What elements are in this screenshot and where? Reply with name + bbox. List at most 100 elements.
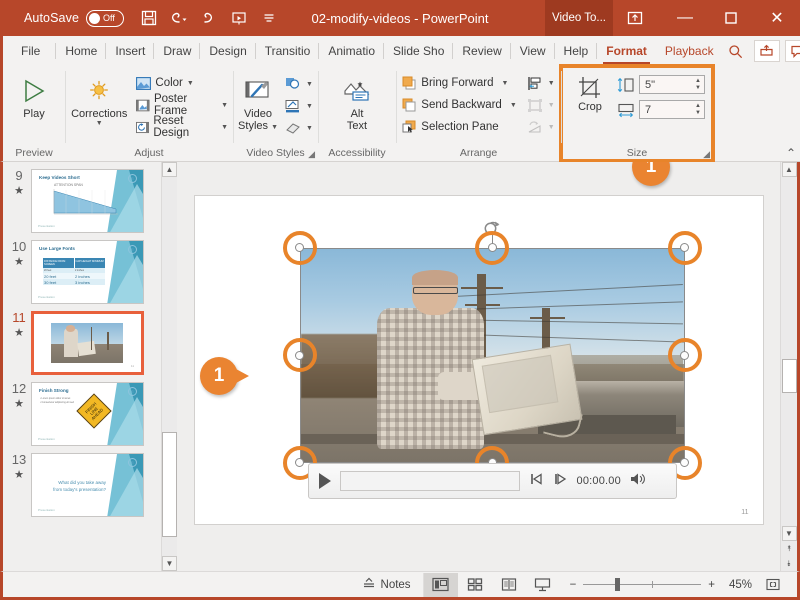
crop-button[interactable]: Crop: [569, 73, 611, 115]
video-effects-button[interactable]: ▼: [282, 117, 316, 139]
resize-handle-middle-left[interactable]: [295, 350, 304, 360]
align-button[interactable]: ▼: [524, 72, 558, 94]
tab-help[interactable]: Help: [555, 36, 598, 66]
chevron-down-icon[interactable]: ▼: [306, 81, 313, 88]
maximize-button[interactable]: [708, 0, 754, 36]
send-backward-button[interactable]: Send Backward ▼: [399, 94, 519, 116]
thumbnail-card[interactable]: Use Large Fonts 6 DISTANCE FROM SCREEN C…: [31, 240, 144, 304]
reset-design-button[interactable]: Reset Design ▼: [133, 115, 231, 139]
customize-quick-access-icon[interactable]: [256, 5, 282, 31]
reading-view-icon[interactable]: [492, 573, 526, 597]
bring-forward-button[interactable]: Bring Forward ▼: [399, 72, 519, 94]
slide-scroll-thumb[interactable]: [781, 359, 797, 393]
chevron-down-icon[interactable]: ▼: [548, 124, 555, 131]
thumbnail-card[interactable]: Keep Videos Short 6 ATTENTION SPAN Prese…: [31, 169, 144, 233]
slide-sorter-icon[interactable]: [458, 573, 492, 597]
notes-button[interactable]: Notes: [350, 577, 423, 592]
tab-playback[interactable]: Playback: [656, 36, 723, 66]
slide-thumbnail-pane[interactable]: 9 ★ Keep Videos Short 6 ATTENTION SPAN P…: [3, 162, 161, 571]
slide-scroll-down-button[interactable]: ▼: [781, 526, 797, 541]
zoom-level-label[interactable]: 45%: [722, 579, 752, 591]
resize-handle-top-left[interactable]: [295, 243, 304, 252]
thumbnail-slide-10[interactable]: 10 ★ Use Large Fonts 6 DISTANCE FROM SCR…: [3, 233, 161, 304]
slide-show-icon[interactable]: [526, 573, 560, 597]
rotate-button[interactable]: ▼: [524, 116, 558, 138]
normal-view-icon[interactable]: [423, 572, 458, 597]
video-width-input[interactable]: 7 ▲ ▼: [639, 100, 705, 119]
video-height-spinner[interactable]: ▲ ▼: [695, 76, 701, 93]
step-forward-icon[interactable]: [553, 473, 568, 488]
ribbon-display-options-icon[interactable]: [622, 5, 648, 31]
search-icon[interactable]: [723, 40, 749, 62]
contextual-tab-label[interactable]: Video To...: [545, 0, 613, 36]
chevron-down-icon[interactable]: ▼: [548, 102, 555, 109]
next-slide-button[interactable]: ⯯: [782, 556, 797, 571]
resize-handle-bottom-right[interactable]: [680, 458, 689, 467]
slide-scroll-up-button[interactable]: ▲: [781, 162, 797, 177]
zoom-out-button[interactable]: −: [570, 579, 577, 591]
chevron-down-icon[interactable]: ▼: [221, 102, 228, 109]
chevron-down-icon[interactable]: ▼: [306, 125, 313, 132]
tab-review[interactable]: Review: [453, 36, 512, 66]
thumbnail-scroll-down-button[interactable]: ▼: [162, 556, 177, 571]
redo-icon[interactable]: [196, 5, 222, 31]
chevron-down-icon[interactable]: ▼: [548, 80, 555, 87]
tab-home[interactable]: Home: [56, 36, 107, 66]
resize-handle-middle-right[interactable]: [680, 350, 689, 360]
tab-transitions[interactable]: Transitio: [256, 36, 320, 66]
thumbnail-scroll-thumb[interactable]: [162, 432, 177, 537]
slide-scrollbar[interactable]: ▲ ▼ ⯭ ⯯: [780, 162, 797, 571]
size-dialog-launcher[interactable]: ◢: [703, 149, 710, 160]
thumbnail-slide-13[interactable]: 13 ★ 6 What did you take away from today…: [3, 446, 161, 517]
save-icon[interactable]: [136, 5, 162, 31]
resize-handle-bottom-left[interactable]: [295, 458, 304, 467]
undo-icon[interactable]: [166, 5, 192, 31]
thumbnail-card[interactable]: 6 What did you take away from today's pr…: [31, 453, 144, 517]
tab-view[interactable]: View: [511, 36, 555, 66]
fit-slide-icon[interactable]: [759, 577, 787, 592]
poster-frame-button[interactable]: Poster Frame ▼: [133, 93, 231, 117]
zoom-slider-track[interactable]: [583, 578, 702, 591]
previous-slide-button[interactable]: ⯭: [782, 541, 797, 556]
tab-file[interactable]: File: [3, 36, 57, 66]
thumbnail-scrollbar[interactable]: ▲ ▼: [161, 162, 177, 571]
chevron-down-icon[interactable]: ▼: [187, 80, 194, 87]
slide-canvas[interactable]: 00:00.00 11 1 1: [177, 162, 780, 571]
video-border-button[interactable]: ▼: [282, 95, 316, 117]
autosave-control[interactable]: AutoSave Off: [24, 9, 125, 27]
tab-format[interactable]: Format: [597, 36, 656, 66]
chevron-down-icon[interactable]: ▼: [221, 124, 228, 131]
zoom-slider-knob[interactable]: [615, 578, 621, 591]
video-progress-bar[interactable]: [339, 470, 520, 491]
zoom-control[interactable]: − + 45%: [560, 577, 797, 592]
chevron-down-icon[interactable]: ▼: [502, 80, 509, 87]
video-frame[interactable]: [299, 247, 685, 463]
chevron-down-icon[interactable]: ▼: [306, 103, 313, 110]
chevron-down-icon[interactable]: ▼: [510, 102, 517, 109]
video-width-field[interactable]: 7 ▲ ▼: [617, 100, 705, 119]
tab-design[interactable]: Design: [200, 36, 257, 66]
resize-handle-top-right[interactable]: [680, 243, 689, 252]
video-styles-button[interactable]: Video Styles ▼: [235, 72, 281, 134]
thumbnail-scroll-up-button[interactable]: ▲: [162, 162, 177, 177]
autosave-toggle[interactable]: Off: [86, 9, 125, 27]
video-height-input[interactable]: 5" ▲ ▼: [639, 75, 705, 94]
share-icon[interactable]: [753, 40, 780, 62]
video-styles-dialog-launcher[interactable]: ◢: [308, 149, 315, 160]
thumbnail-slide-9[interactable]: 9 ★ Keep Videos Short 6 ATTENTION SPAN P…: [3, 162, 161, 233]
slide-scroll-track[interactable]: [781, 177, 797, 526]
play-button[interactable]: Play: [12, 72, 56, 122]
group-button[interactable]: ▼: [524, 94, 558, 116]
slide-surface[interactable]: 00:00.00 11: [193, 194, 764, 525]
video-object[interactable]: 00:00.00: [282, 221, 702, 499]
thumbnail-card-selected[interactable]: 11: [31, 311, 144, 375]
tab-slide-show[interactable]: Slide Sho: [384, 36, 454, 66]
thumbnail-card[interactable]: Finish Strong 6 • Lorem ipsum dolor sit …: [31, 382, 144, 446]
comments-icon[interactable]: [784, 40, 800, 62]
color-button[interactable]: Color ▼: [133, 72, 231, 94]
video-shape-button[interactable]: ▼: [282, 73, 316, 95]
play-icon[interactable]: [318, 472, 331, 489]
collapse-ribbon-icon[interactable]: ⌃: [786, 146, 796, 160]
tab-insert[interactable]: Insert: [106, 36, 155, 66]
tab-draw[interactable]: Draw: [154, 36, 201, 66]
